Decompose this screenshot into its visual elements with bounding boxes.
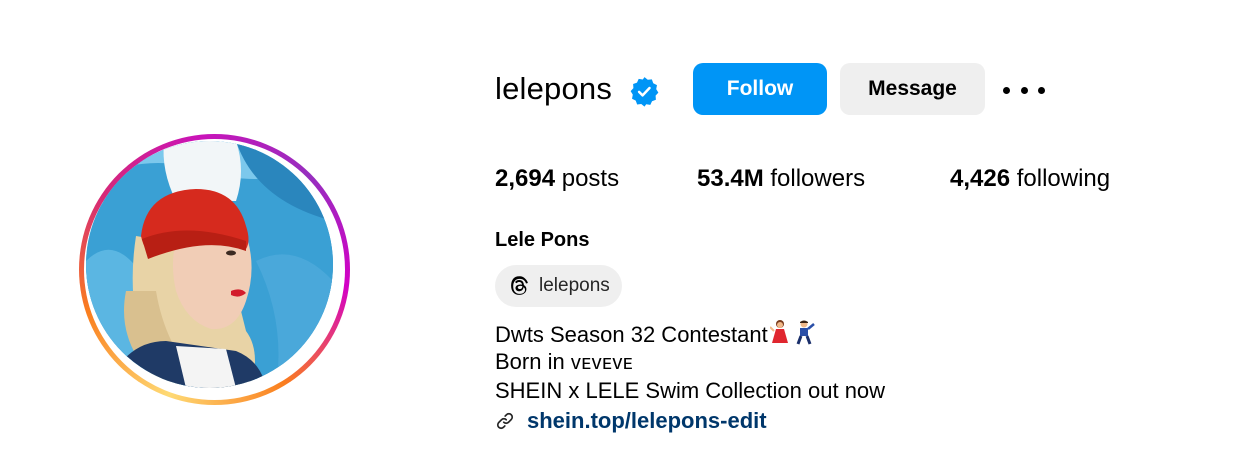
bio-link-text[interactable]: shein.top/lelepons-edit: [527, 407, 767, 435]
username: lelepons: [495, 71, 613, 106]
posts-number: 2,694: [495, 165, 556, 192]
avatar-image: [86, 141, 333, 388]
bio-line-2: Born in ᴠᴇᴠᴇᴠᴇ: [495, 348, 633, 377]
following-label: following: [1016, 165, 1111, 192]
avatar[interactable]: [86, 141, 333, 388]
bio-text-1: Dwts Season 32 Contestant: [495, 322, 768, 347]
more-options-icon[interactable]: [1003, 76, 1045, 104]
threads-icon: [511, 276, 528, 295]
followers-number: 53.4M: [697, 165, 764, 192]
flag-letters: ᴠᴇᴠᴇᴠᴇ: [570, 352, 634, 374]
bio-line-1: Dwts Season 32 Contestant: [495, 319, 816, 349]
follow-button[interactable]: Follow: [693, 63, 827, 115]
following-link[interactable]: 4,426 following: [950, 163, 1110, 195]
message-button[interactable]: Message: [840, 63, 985, 115]
more-dot: [1003, 86, 1010, 94]
link-icon: [496, 412, 514, 430]
posts-count: 2,694 posts: [495, 163, 619, 195]
bio-text-2: Born in: [495, 349, 571, 374]
more-dot: [1020, 86, 1028, 94]
dancers-emoji-icon: [769, 320, 815, 345]
followers-link[interactable]: 53.4M followers: [697, 163, 865, 195]
bio-link[interactable]: shein.top/lelepons-edit: [495, 407, 767, 435]
threads-handle: lelepons: [539, 275, 610, 296]
threads-badge[interactable]: lelepons: [495, 265, 622, 307]
followers-label: followers: [770, 165, 866, 192]
following-number: 4,426: [950, 165, 1011, 192]
verified-badge-icon: [630, 77, 659, 107]
bio-line-3: SHEIN x LELE Swim Collection out now: [495, 378, 886, 403]
story-ring[interactable]: [79, 134, 350, 405]
profile-header: lelepons Follow Message 2,694 posts 53.4…: [0, 0, 1260, 451]
more-dot: [1038, 86, 1045, 94]
full-name: Lele Pons: [495, 229, 590, 251]
posts-label: posts: [561, 165, 620, 192]
